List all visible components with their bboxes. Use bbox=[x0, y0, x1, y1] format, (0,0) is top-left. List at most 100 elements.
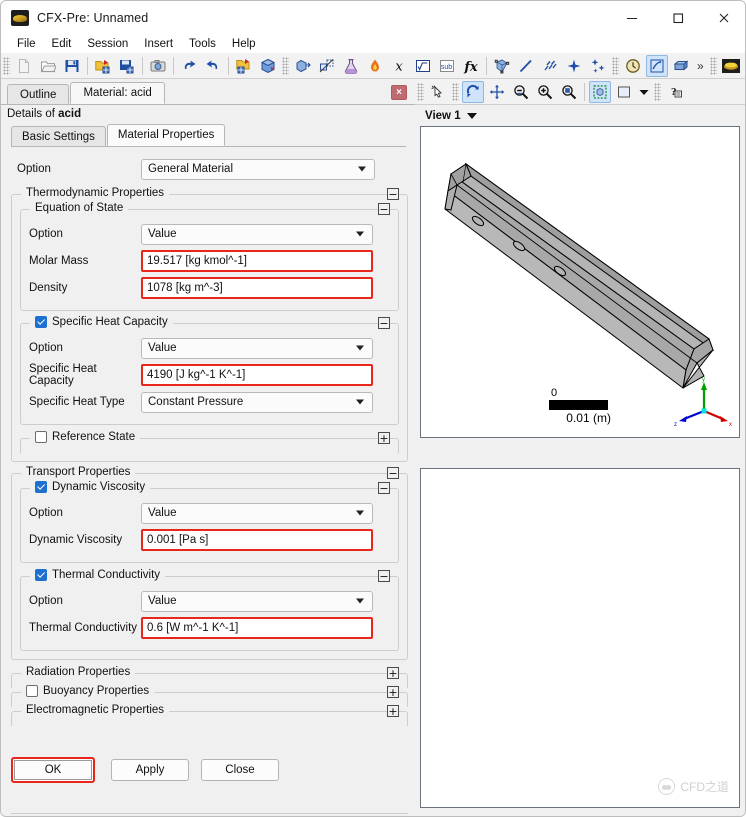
toolbar-grip-3[interactable] bbox=[612, 56, 619, 75]
collapse-thermal-conductivity-icon[interactable]: − bbox=[378, 570, 390, 582]
axis-label-z: z bbox=[674, 422, 677, 427]
cfx-launcher-icon[interactable] bbox=[720, 55, 742, 77]
fit-view-icon[interactable] bbox=[589, 80, 611, 103]
checkbox-reference-state[interactable] bbox=[35, 431, 47, 443]
tab-outline[interactable]: Outline bbox=[7, 84, 70, 104]
ok-button[interactable]: OK bbox=[11, 757, 95, 783]
insert-subdomain-icon[interactable]: sub bbox=[436, 55, 458, 77]
solver-control-icon[interactable] bbox=[646, 54, 668, 77]
insert-boundary-icon[interactable] bbox=[316, 55, 338, 77]
new-case-icon[interactable] bbox=[13, 55, 35, 77]
combo-eos-option[interactable]: Value bbox=[141, 223, 373, 245]
input-molar-mass[interactable]: 19.517 [kg kmol^-1] bbox=[141, 250, 373, 272]
collapse-transport-icon[interactable]: − bbox=[387, 467, 399, 479]
input-thermal-conductivity[interactable]: 0.6 [W m^-1 K^-1] bbox=[141, 617, 373, 639]
view-toolbar-grip-2[interactable] bbox=[452, 82, 459, 101]
zoom-in-icon[interactable] bbox=[534, 81, 556, 103]
minimize-icon[interactable] bbox=[609, 1, 655, 35]
chevron-down-icon bbox=[356, 231, 364, 237]
insert-mesh-region-icon[interactable] bbox=[491, 55, 513, 77]
toolbar-grip[interactable] bbox=[3, 56, 10, 75]
insert-line-icon[interactable] bbox=[515, 55, 537, 77]
redo-icon[interactable] bbox=[202, 55, 224, 77]
combo-dv-option[interactable]: Value bbox=[141, 502, 373, 524]
collapse-dynamic-viscosity-icon[interactable]: − bbox=[378, 482, 390, 494]
menu-help[interactable]: Help bbox=[224, 37, 264, 51]
zoom-out-icon[interactable] bbox=[510, 81, 532, 103]
insert-expression-icon[interactable]: x bbox=[388, 55, 410, 77]
viewport-3d[interactable]: 0 0.01 (m) y x z bbox=[420, 126, 740, 438]
group-equation-of-state-title: Equation of State bbox=[30, 202, 129, 214]
close-icon[interactable] bbox=[701, 1, 745, 35]
toolbar-grip-2[interactable] bbox=[282, 56, 289, 75]
background-dropdown-icon[interactable] bbox=[637, 81, 651, 103]
collapse-specific-heat-capacity-icon[interactable]: − bbox=[378, 317, 390, 329]
menu-file[interactable]: File bbox=[9, 37, 44, 51]
rotate-icon[interactable] bbox=[462, 80, 484, 103]
define-run-icon[interactable] bbox=[257, 55, 279, 77]
combo-material-option[interactable]: General Material bbox=[141, 158, 375, 180]
insert-contour-icon[interactable] bbox=[539, 55, 561, 77]
menu-session[interactable]: Session bbox=[79, 37, 136, 51]
svg-text:x: x bbox=[395, 59, 403, 74]
input-density[interactable]: 1078 [kg m^-3] bbox=[141, 277, 373, 299]
checkbox-thermal-conductivity[interactable] bbox=[35, 569, 47, 581]
insert-material-icon[interactable] bbox=[340, 55, 362, 77]
checkbox-dynamic-viscosity[interactable] bbox=[35, 481, 47, 493]
combo-tc-option[interactable]: Value bbox=[141, 590, 373, 612]
collapse-equation-of-state-icon[interactable]: − bbox=[378, 203, 390, 215]
view-name-dropdown[interactable]: View 1 bbox=[419, 106, 477, 125]
tab-material-acid[interactable]: Material: acid bbox=[70, 82, 165, 104]
overflow-chevron-icon[interactable]: » bbox=[693, 59, 708, 73]
background-color-icon[interactable] bbox=[613, 81, 635, 103]
apply-button[interactable]: Apply bbox=[111, 759, 189, 781]
whats-this-help-icon[interactable]: ? bbox=[664, 81, 686, 103]
insert-function-icon[interactable]: fx bbox=[460, 55, 482, 77]
insert-domain-icon[interactable] bbox=[292, 55, 314, 77]
timestep-icon[interactable] bbox=[622, 55, 644, 77]
close-tab-icon[interactable]: × bbox=[391, 85, 407, 100]
group-thermal-conductivity-title: Thermal Conductivity bbox=[30, 569, 166, 581]
import-mesh-icon[interactable] bbox=[92, 55, 114, 77]
expand-reference-state-icon[interactable]: + bbox=[378, 432, 390, 444]
undo-icon[interactable] bbox=[178, 55, 200, 77]
axis-label-x: x bbox=[729, 422, 732, 427]
expand-buoyancy-icon[interactable]: + bbox=[387, 686, 399, 698]
insert-variable-icon[interactable] bbox=[412, 55, 434, 77]
combo-specific-heat-type[interactable]: Constant Pressure bbox=[141, 391, 373, 413]
view-toolbar-grip[interactable] bbox=[417, 82, 424, 101]
collapse-thermodynamic-icon[interactable]: − bbox=[387, 188, 399, 200]
checkbox-specific-heat-capacity[interactable] bbox=[35, 316, 47, 328]
maximize-icon[interactable] bbox=[655, 1, 701, 35]
close-button[interactable]: Close bbox=[201, 759, 279, 781]
menu-edit[interactable]: Edit bbox=[44, 37, 80, 51]
checkbox-buoyancy-properties[interactable] bbox=[26, 685, 38, 697]
toolbar-grip-4[interactable] bbox=[709, 56, 717, 75]
input-dynamic-viscosity[interactable]: 0.001 [Pa s] bbox=[141, 529, 373, 551]
write-solver-file-icon[interactable] bbox=[233, 55, 255, 77]
expand-electromagnetic-icon[interactable]: + bbox=[387, 705, 399, 717]
menu-insert[interactable]: Insert bbox=[136, 37, 181, 51]
insert-particle-icon[interactable] bbox=[587, 55, 609, 77]
menu-tools[interactable]: Tools bbox=[181, 37, 224, 51]
secondary-view-pane[interactable]: CFD之道 bbox=[420, 468, 740, 808]
watermark-text: CFD之道 bbox=[680, 780, 729, 794]
combo-shc-option[interactable]: Value bbox=[141, 337, 373, 359]
pan-icon[interactable] bbox=[486, 81, 508, 103]
zoom-box-icon[interactable] bbox=[558, 81, 580, 103]
expand-radiation-icon[interactable]: + bbox=[387, 667, 399, 679]
insert-point-icon[interactable] bbox=[563, 55, 585, 77]
input-specific-heat-capacity[interactable]: 4190 [J kg^-1 K^-1] bbox=[141, 364, 373, 386]
output-control-icon[interactable] bbox=[670, 55, 692, 77]
insert-reaction-icon[interactable] bbox=[364, 55, 386, 77]
save-case-icon[interactable] bbox=[61, 55, 83, 77]
row-eos-option: Option Value bbox=[29, 221, 390, 247]
screenshot-icon[interactable] bbox=[147, 55, 169, 77]
export-mesh-icon[interactable] bbox=[116, 55, 138, 77]
tab-material-properties[interactable]: Material Properties bbox=[106, 124, 226, 146]
toolbar: x sub fx » bbox=[1, 53, 745, 79]
view-toolbar-grip-3[interactable] bbox=[654, 82, 661, 101]
pick-mode-icon[interactable] bbox=[427, 81, 449, 103]
open-case-icon[interactable] bbox=[37, 55, 59, 77]
tab-basic-settings[interactable]: Basic Settings bbox=[11, 126, 106, 146]
